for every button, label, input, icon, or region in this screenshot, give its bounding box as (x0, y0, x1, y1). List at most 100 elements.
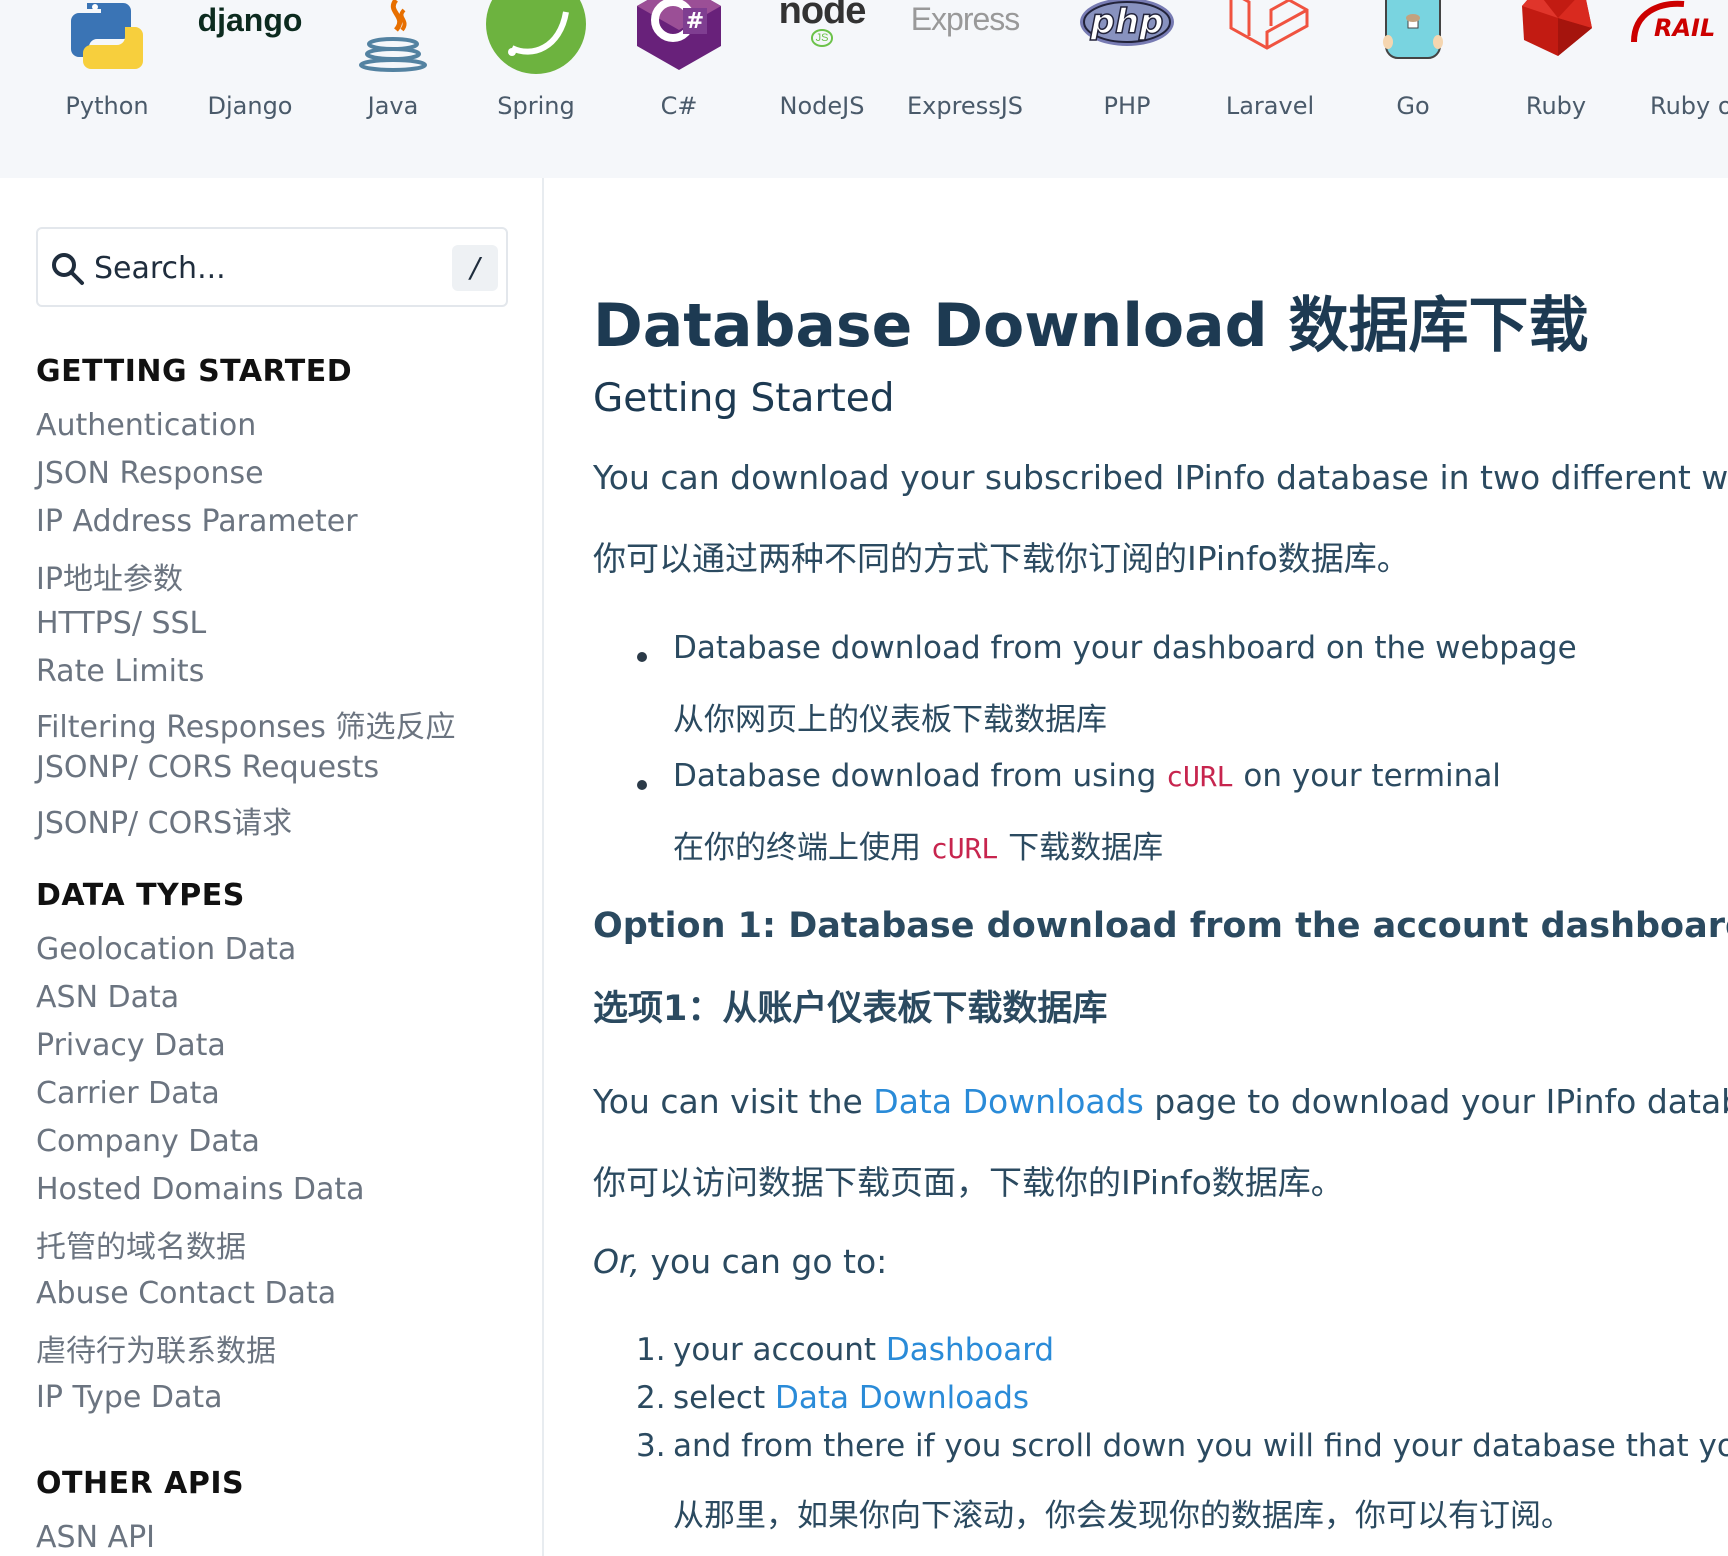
nav-link[interactable]: JSONP/ CORS Requests (36, 750, 379, 785)
bullet-2-chinese: 在你的终端上使用 cURL 下载数据库 (673, 822, 1163, 867)
search-placeholder: Search... (94, 251, 226, 286)
nav-link[interactable]: ASN Data (36, 980, 179, 1015)
or-rest: you can go to: (640, 1242, 888, 1281)
tech-django[interactable]: django Django (175, 0, 325, 178)
nav-link[interactable]: Company Data (36, 1124, 260, 1159)
technology-selector-strip: Python django Django Java Spring # C# no… (0, 0, 1728, 178)
nodejs-icon: node JS (747, 0, 897, 72)
django-wordmark: django (197, 1, 303, 38)
visit-paragraph-chinese: 你可以访问数据下载页面，下载你的IPinfo数据库。 (593, 1163, 1344, 1202)
nav-link[interactable]: Geolocation Data (36, 932, 296, 967)
tech-label: Python (65, 92, 149, 120)
nav-link[interactable]: Carrier Data (36, 1076, 220, 1111)
tech-java[interactable]: Java (318, 0, 468, 178)
page-title: Database Download 数据库下载 (593, 291, 1589, 361)
data-downloads-link[interactable]: Data Downloads (775, 1380, 1029, 1416)
intro-english: You can download your subscribed IPinfo … (593, 458, 1728, 497)
tech-label: C# (660, 92, 698, 120)
step-number: 1. (636, 1332, 666, 1368)
nav-link[interactable]: 托管的域名数据 (36, 1222, 246, 1266)
tech-express[interactable]: Express ExpressJS (890, 0, 1040, 178)
sidebar: Search... / GETTING STARTED Authenticati… (0, 178, 544, 1556)
php-icon: php (1052, 0, 1202, 72)
bullet-marker (637, 780, 647, 790)
bullet-marker (637, 652, 647, 662)
java-icon (318, 0, 468, 72)
tech-label: ExpressJS (906, 92, 1024, 120)
step-number: 3. (636, 1428, 666, 1464)
nav-link[interactable]: Hosted Domains Data (36, 1172, 365, 1207)
tech-nodejs[interactable]: node JS NodeJS (747, 0, 897, 178)
curl-code: cURL (930, 832, 999, 865)
rails-wordmark: RAIL (1654, 14, 1715, 42)
go-icon (1338, 0, 1488, 72)
step-number: 2. (636, 1380, 666, 1416)
nav-link[interactable]: Privacy Data (36, 1028, 226, 1063)
step-3-chinese: 从那里，如果你向下滚动，你会发现你的数据库，你可以有订阅。 (673, 1498, 1572, 1534)
nav-link[interactable]: Authentication (36, 408, 256, 443)
tech-laravel[interactable]: Laravel (1195, 0, 1345, 178)
nav-link[interactable]: HTTPS/ SSL (36, 606, 206, 641)
bullet-2-zh-after: 下载数据库 (998, 830, 1164, 866)
nav-link[interactable]: 虐待行为联系数据 (36, 1326, 276, 1370)
visit-paragraph: You can visit the Data Downloads page to… (593, 1082, 1728, 1121)
search-icon (52, 253, 84, 285)
nav-link[interactable]: JSONP/ CORS请求 (36, 798, 292, 842)
node-js-badge: JS (810, 28, 834, 47)
search-shortcut-key: / (452, 245, 498, 291)
rails-icon: RAIL (1614, 0, 1728, 72)
tech-label: Java (367, 92, 419, 120)
nav-link[interactable]: IP Address Parameter (36, 504, 358, 539)
nav-link[interactable]: Rate Limits (36, 654, 204, 689)
step-1-text: your account (673, 1332, 886, 1368)
nav-link[interactable]: IP地址参数 (36, 554, 183, 598)
tech-ruby[interactable]: Ruby (1481, 0, 1631, 178)
bullet-2-text-before: Database download from using (673, 758, 1167, 794)
tech-label: Ruby (1525, 92, 1587, 120)
nav-link[interactable]: JSON Response (36, 456, 264, 491)
curl-code: cURL (1166, 760, 1234, 793)
tech-label: Go (1396, 92, 1430, 120)
ruby-icon (1481, 0, 1631, 72)
nav-link[interactable]: ASN API (36, 1520, 155, 1555)
django-icon: django (175, 0, 325, 72)
express-icon: Express (890, 0, 1040, 72)
step-3: and from there if you scroll down you wi… (673, 1428, 1728, 1464)
tech-spring[interactable]: Spring (461, 0, 611, 178)
csharp-icon: # (604, 0, 754, 72)
nav-heading-getting-started: GETTING STARTED (36, 354, 353, 389)
tech-go[interactable]: Go (1338, 0, 1488, 178)
dashboard-link[interactable]: Dashboard (886, 1332, 1054, 1368)
search-input[interactable]: Search... / (36, 227, 508, 307)
tech-php[interactable]: php PHP (1052, 0, 1202, 178)
bullet-2-english: Database download from using cURL on you… (673, 758, 1501, 794)
laravel-icon (1195, 0, 1345, 72)
visit-text-before: You can visit the (593, 1082, 874, 1121)
option-1-heading-chinese: 选项1：从账户仪表板下载数据库 (593, 989, 1108, 1029)
bullet-1-chinese: 从你网页上的仪表板下载数据库 (673, 702, 1107, 738)
bullet-2-text-after: on your terminal (1233, 758, 1501, 794)
visit-text-after: page to download your IPinfo databa (1143, 1082, 1728, 1121)
main-content: Database Download 数据库下载 Getting Started … (544, 178, 1728, 1556)
tech-csharp[interactable]: # C# (604, 0, 754, 178)
or-paragraph: Or, you can go to: (593, 1242, 887, 1281)
or-italic: Or, (593, 1242, 641, 1281)
tech-python[interactable]: Python (32, 0, 182, 178)
step-2: select Data Downloads (673, 1380, 1029, 1416)
nav-heading-data-types: DATA TYPES (36, 878, 245, 913)
spring-icon (461, 0, 611, 74)
section-subtitle: Getting Started (593, 376, 895, 421)
tech-label: Laravel (1225, 92, 1315, 120)
express-wordmark: Express (910, 0, 1021, 37)
nav-link[interactable]: IP Type Data (36, 1380, 223, 1415)
tech-label: PHP (1103, 92, 1151, 120)
nav-link[interactable]: Abuse Contact Data (36, 1276, 336, 1311)
svg-text:#: # (686, 9, 704, 34)
tech-rails[interactable]: RAIL Ruby o (1614, 0, 1728, 178)
nav-heading-other-apis: OTHER APIS (36, 1466, 245, 1501)
step-1: your account Dashboard (673, 1332, 1054, 1368)
data-downloads-link[interactable]: Data Downloads (873, 1082, 1144, 1121)
nav-link[interactable]: Filtering Responses 筛选反应 (36, 702, 455, 746)
tech-label: Ruby o (1650, 92, 1728, 120)
tech-label: Django (207, 92, 293, 120)
